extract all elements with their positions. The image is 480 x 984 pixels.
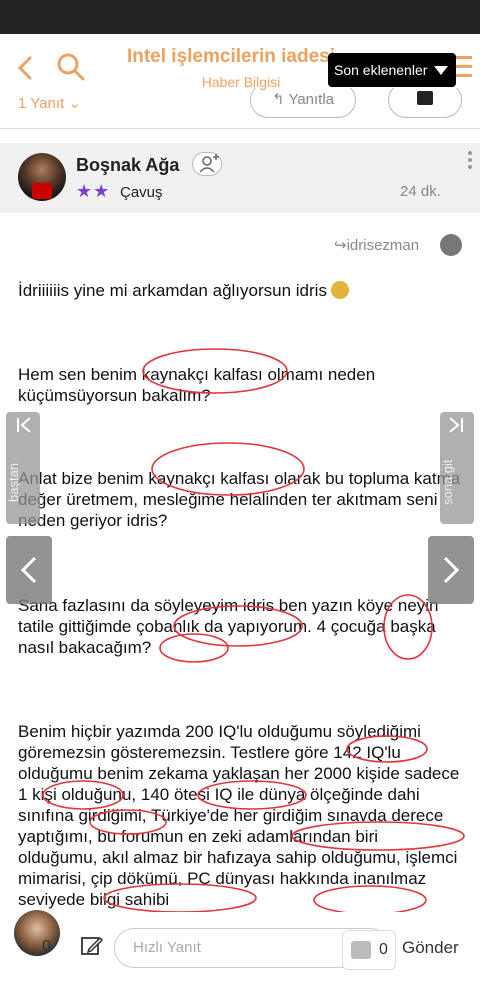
reply-icon: ↰ — [271, 91, 285, 108]
menu-icon[interactable] — [454, 56, 472, 78]
last-page-icon — [449, 417, 463, 433]
quote-reference[interactable]: ↪idrisezman — [334, 236, 419, 254]
post-paragraph: Benim hiçbir yazımda 200 IQ'lu olduğumu … — [18, 722, 460, 909]
follow-button[interactable] — [192, 152, 222, 176]
replies-toggle[interactable]: 1 Yanıt ⌄ — [18, 94, 81, 112]
last-label: sona git — [440, 459, 455, 505]
sort-label: Son eklenenler — [334, 62, 428, 78]
caret-down-icon — [434, 66, 448, 75]
post-paragraph: Sana fazlasını da söyleyeyim idris ben y… — [18, 596, 439, 657]
sort-dropdown[interactable]: Son eklenenler — [328, 53, 456, 87]
thumbs-up-icon — [417, 91, 433, 105]
jump-to-last-button[interactable]: sona git — [440, 412, 474, 524]
username[interactable]: Boşnak Ağa — [76, 155, 179, 176]
user-rank: Çavuş — [120, 184, 163, 201]
post-paragraph: Hem sen benim kaynakçı kalfası olmamı ne… — [18, 365, 376, 405]
rank-stars: ★★ — [76, 181, 111, 201]
post-paragraph: İdriiiiiis yine mi arkamdan ağlıyorsun i… — [18, 280, 462, 301]
status-bar — [0, 0, 480, 34]
add-user-icon — [199, 154, 219, 173]
page-title: Intel işlemcilerin iadesi — [126, 46, 336, 67]
devil-emoji-icon — [330, 281, 349, 299]
first-page-icon — [17, 417, 31, 433]
quote-arrow-icon: ↪ — [334, 237, 347, 254]
prev-page-button[interactable] — [6, 536, 52, 604]
back-arrow-icon[interactable] — [12, 54, 40, 82]
post-paragraph: Anlat bize benim kaynakçı kalfası olarak… — [18, 469, 461, 530]
send-button[interactable]: Gönder — [402, 938, 459, 958]
first-label: baştan — [6, 462, 21, 502]
next-page-button[interactable] — [428, 536, 474, 604]
quoted-user-avatar — [440, 234, 462, 256]
post-time: 24 dk. — [400, 183, 441, 200]
like-button[interactable]: 0 — [342, 930, 396, 970]
more-options-icon[interactable] — [468, 151, 472, 172]
bottom-bar: 0 Hızlı Yanıt 0 Gönder — [0, 910, 480, 984]
edit-icon[interactable] — [80, 934, 104, 958]
chevron-down-icon: ⌄ — [68, 95, 81, 112]
like-count: 0 — [379, 941, 388, 958]
notification-count: 0 — [42, 938, 51, 955]
reply-button[interactable]: ↰ Yanıtla — [250, 88, 356, 118]
chevron-right-icon — [443, 556, 460, 584]
thread-like-button[interactable] — [388, 88, 462, 118]
avatar[interactable] — [18, 153, 66, 201]
thumbs-up-icon — [351, 941, 371, 959]
chevron-left-icon — [20, 556, 37, 584]
jump-to-first-button[interactable]: baştan — [6, 412, 40, 524]
thread-actions: 1 Yanıt ⌄ ↰ Yanıtla — [0, 88, 480, 128]
search-icon[interactable] — [56, 52, 86, 82]
my-avatar[interactable] — [14, 910, 60, 956]
post-header: Boşnak Ağa ★★ Çavuş 24 dk. — [0, 143, 480, 213]
